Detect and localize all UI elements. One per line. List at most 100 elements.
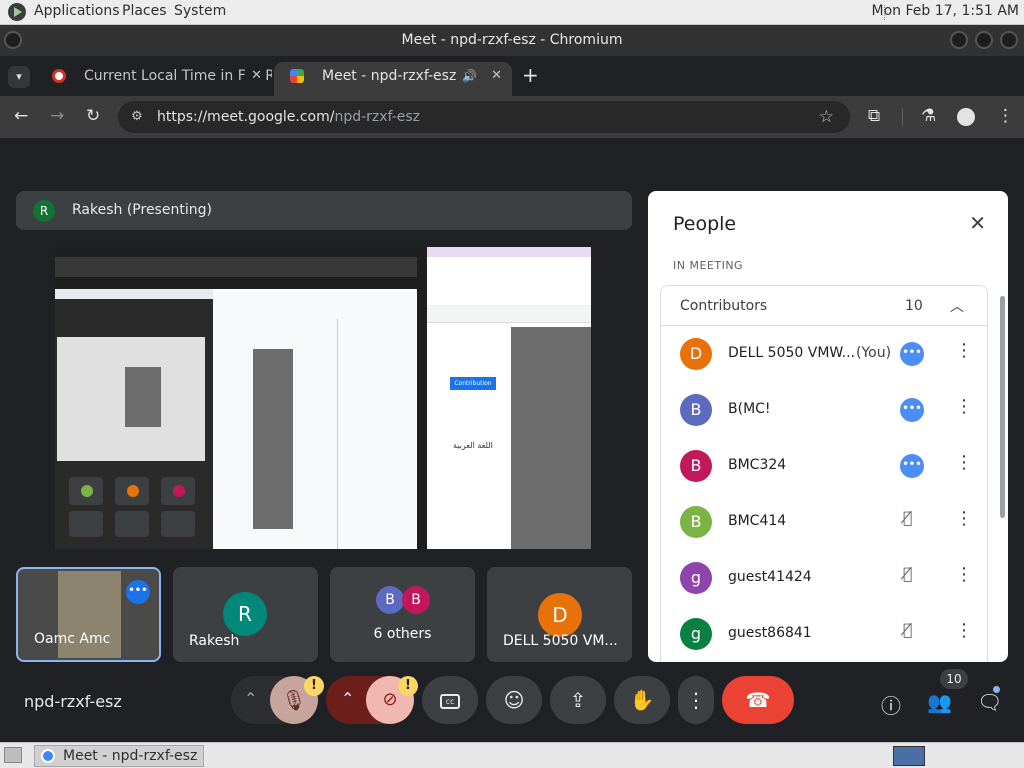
captions-icon: cc — [440, 694, 460, 709]
participant-name: DELL 5050 VMW... — [728, 345, 855, 361]
url-path: npd-rzxf-esz — [334, 109, 421, 125]
contributors-label: Contributors — [680, 298, 768, 314]
address-bar[interactable]: ⚙ https://meet.google.com/npd-rzxf-esz ☆ — [118, 101, 850, 133]
back-icon[interactable]: ← — [14, 107, 28, 125]
people-icon[interactable]: 👥 — [927, 690, 952, 714]
present-button[interactable]: ⇪ — [550, 676, 606, 724]
participant-row[interactable]: g guest41424 🎙̸ ⋮ — [661, 550, 987, 606]
reactions-button[interactable]: ☺ — [486, 676, 542, 724]
tile-rakesh[interactable]: R Rakesh — [173, 567, 318, 662]
tile-self[interactable]: ••• Oamc Amc — [16, 567, 161, 662]
more-options-icon[interactable]: ⋮ — [955, 564, 973, 585]
leave-call-button[interactable]: ☎ — [722, 676, 794, 724]
maximize-icon[interactable] — [975, 31, 993, 49]
tab-current-local-time[interactable]: Current Local Time in Fall Riv ✕ — [36, 62, 272, 96]
nested-avatar — [127, 485, 139, 497]
extensions-icon[interactable]: ⧉ — [868, 107, 880, 125]
mic-off-icon: 🎙̸ — [903, 620, 913, 639]
close-tab-icon[interactable]: ✕ — [245, 62, 262, 90]
participant-row[interactable]: B B(MC! ••• ⋮ — [661, 382, 987, 438]
participant-row[interactable]: D DELL 5050 VMW... (You) ••• ⋮ — [661, 326, 987, 382]
tile-others[interactable]: B B 6 others — [330, 567, 475, 662]
people-scrollbar[interactable] — [1000, 296, 1005, 518]
more-options-icon[interactable]: ⋮ — [955, 396, 973, 417]
nested-screen — [57, 337, 205, 461]
browser-toolbar: ← → ↻ ⚙ https://meet.google.com/npd-rzxf… — [0, 96, 1024, 138]
clock[interactable]: Mon Feb 17, 1:51 AM — [872, 3, 1019, 19]
menu-applications[interactable]: Applications — [34, 3, 120, 19]
nested-tile — [115, 477, 149, 505]
meeting-info-icon[interactable]: ⓘ — [881, 690, 901, 719]
arabic-text: اللغة العربية — [453, 441, 493, 450]
shared-screen: Contribution اللغة العربية — [55, 247, 591, 549]
reload-icon[interactable]: ↻ — [86, 107, 100, 125]
participant-name: BMC414 — [728, 513, 787, 529]
taskbar: Meet - npd-rzxf-esz ... — [0, 742, 1024, 768]
more-options-icon[interactable]: ⋮ — [955, 340, 973, 361]
participant-name: B(MC! — [728, 401, 771, 417]
profile-icon[interactable] — [957, 108, 975, 126]
more-options-icon[interactable]: ⋮ — [955, 620, 973, 641]
nested-tile — [115, 511, 149, 537]
gnome-logo-icon[interactable] — [8, 3, 26, 21]
nested-gray-block — [125, 367, 161, 427]
tile-dell[interactable]: D DELL 5050 VM... — [487, 567, 632, 662]
more-options-icon[interactable]: ⋮ — [955, 452, 973, 473]
video-options-chevron-icon[interactable]: ⌃ — [341, 689, 354, 708]
audio-options-chevron-icon[interactable]: ⌃ — [244, 689, 257, 708]
nested-doc — [213, 289, 417, 549]
chat-notification-dot — [993, 686, 1000, 693]
presenting-bar: R Rakesh (Presenting) — [16, 191, 632, 230]
toolbar-divider — [902, 108, 903, 126]
meet-main: R Rakesh (Presenting) Contribution اللغة… — [0, 138, 1024, 742]
tab-label: Meet - npd-rzxf-esz — [322, 68, 457, 84]
minimize-icon[interactable] — [950, 31, 968, 49]
participant-name: BMC324 — [728, 457, 787, 473]
more-options-button[interactable]: ⋮ — [678, 676, 714, 724]
window-menu-icon[interactable] — [4, 31, 22, 49]
taskbar-window-meet[interactable]: Meet - npd-rzxf-esz ... — [34, 745, 204, 767]
tab-meet[interactable]: Meet - npd-rzxf-esz 🔊 ✕ — [274, 62, 512, 96]
participant-row[interactable]: B BMC414 🎙̸ ⋮ — [661, 494, 987, 550]
menu-places[interactable]: Places — [122, 3, 167, 19]
close-tab-icon[interactable]: ✕ — [491, 62, 502, 90]
clock-favicon-icon — [52, 69, 66, 83]
more-options-icon[interactable]: ⋮ — [955, 508, 973, 529]
mic-warning-badge: ! — [304, 676, 324, 696]
tile-name: DELL 5050 VM... — [503, 633, 618, 649]
tab-search-icon[interactable]: ▾ — [8, 66, 30, 88]
contributors-group: Contributors 10 ︿ D DELL 5050 VMW... (Yo… — [660, 285, 988, 662]
audio-playing-icon[interactable]: 🔊 — [462, 62, 477, 90]
url-host: https://meet.google.com/ — [157, 109, 335, 125]
people-panel: People ✕ IN MEETING Contributors 10 ︿ D … — [648, 191, 1008, 662]
close-window-icon[interactable] — [1000, 31, 1018, 49]
menu-system[interactable]: System — [174, 3, 226, 19]
chat-icon[interactable]: 🗨 — [977, 690, 1002, 714]
participant-avatar: D — [680, 338, 712, 370]
participant-row[interactable]: g guest86841 🎙̸ ⋮ — [661, 606, 987, 662]
labs-icon[interactable]: ⚗ — [921, 107, 936, 125]
forward-icon[interactable]: → — [50, 107, 64, 125]
participant-row[interactable]: B BMC324 ••• ⋮ — [661, 438, 987, 494]
bookmark-star-icon[interactable]: ☆ — [819, 101, 834, 133]
nested-tile — [69, 511, 103, 537]
raise-hand-button[interactable]: ✋ — [614, 676, 670, 724]
workspace-switcher[interactable] — [893, 746, 925, 766]
screen-header-strip — [55, 257, 417, 277]
screen-right-gray — [511, 327, 591, 549]
screen-left-pane — [55, 247, 427, 549]
new-tab-icon[interactable]: + — [522, 63, 539, 87]
chrome-menu-icon[interactable]: ⋮ — [997, 107, 1014, 125]
close-panel-icon[interactable]: ✕ — [969, 211, 986, 235]
window-titlebar[interactable]: Meet - npd-rzxf-esz - Chromium — [0, 25, 1024, 56]
presenting-label: Rakesh (Presenting) — [72, 202, 212, 218]
mic-off-icon: 🎙̸ — [903, 508, 913, 527]
chevron-up-icon[interactable]: ︿ — [950, 296, 964, 316]
contributors-header[interactable]: Contributors 10 ︿ — [661, 286, 987, 326]
captions-button[interactable]: cc — [422, 676, 478, 724]
participant-name: guest86841 — [728, 625, 812, 641]
site-info-icon[interactable]: ⚙ — [131, 101, 143, 133]
camera-warning-badge: ! — [398, 676, 418, 696]
show-desktop-icon[interactable] — [4, 747, 22, 763]
contribution-button: Contribution — [450, 377, 496, 390]
